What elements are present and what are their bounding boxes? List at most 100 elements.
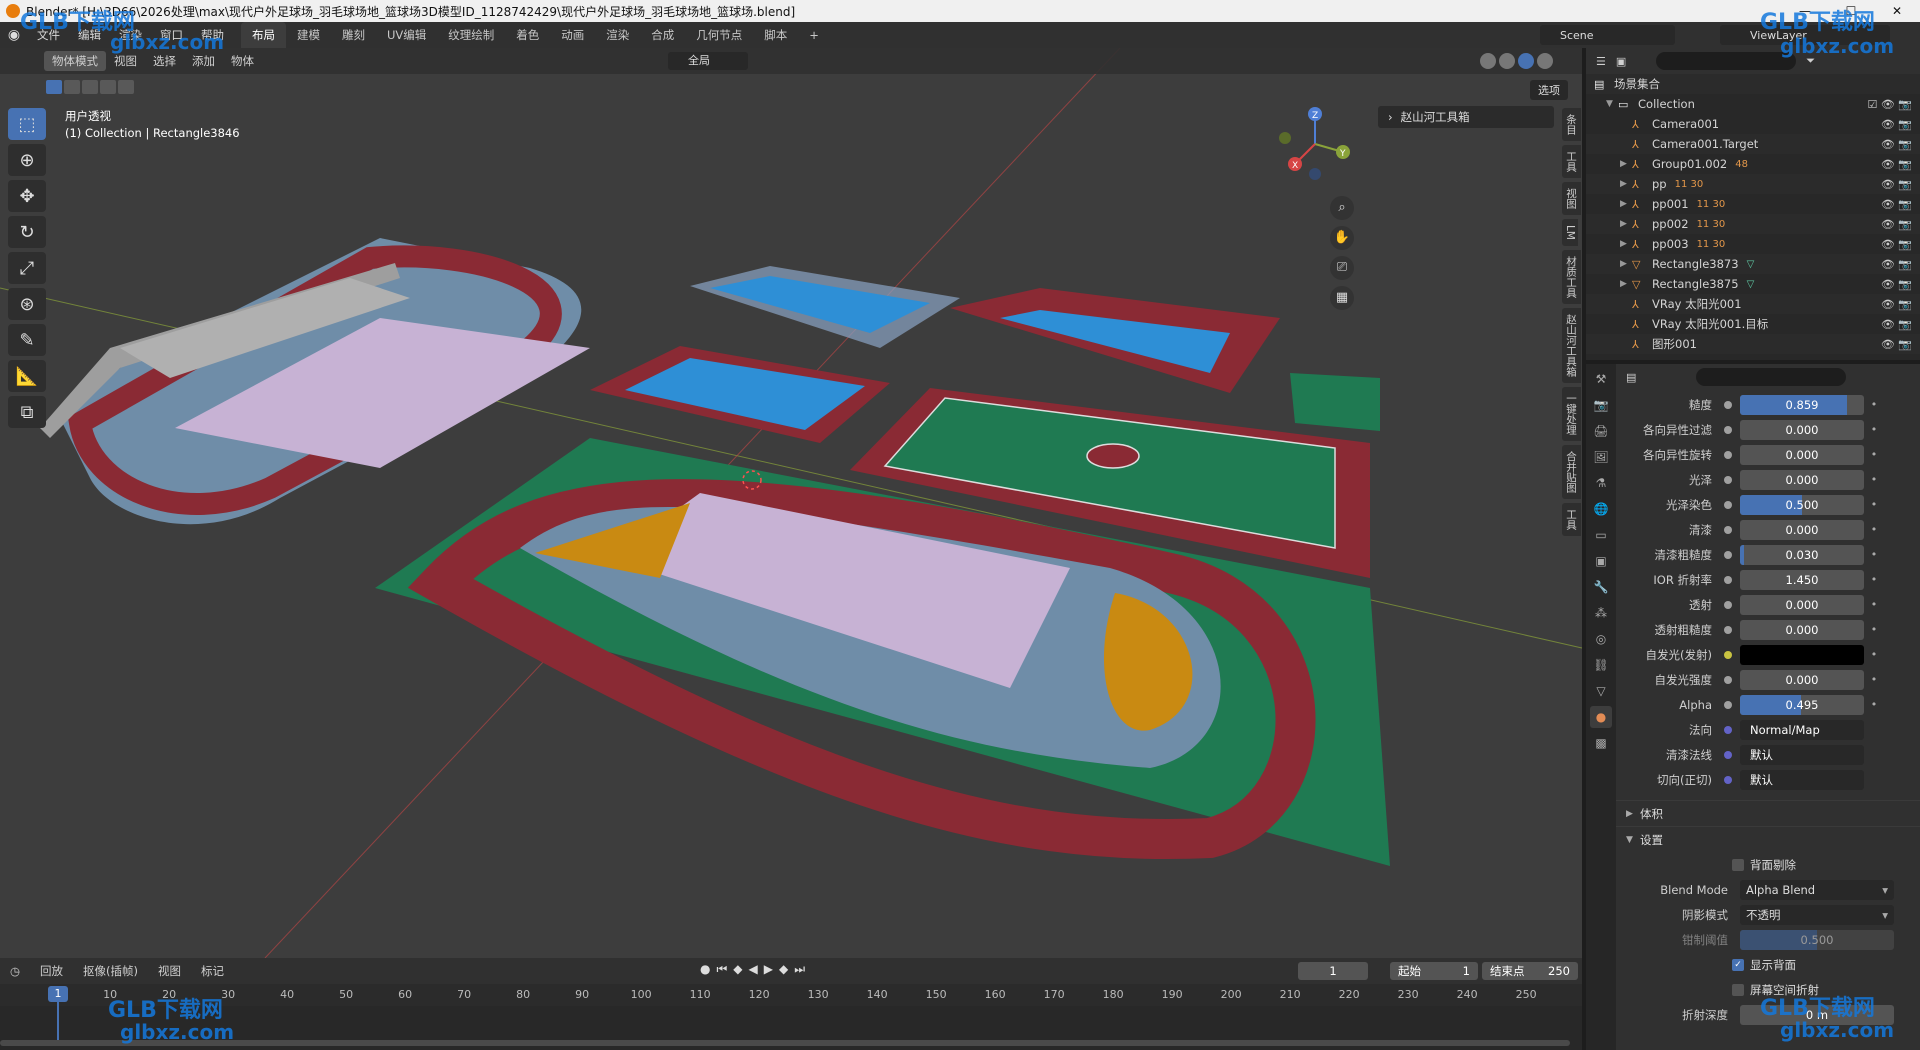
expand-arrow-icon[interactable]: ▶ (1620, 179, 1632, 189)
visibility-toggles[interactable]: 👁 📷 (1881, 318, 1912, 331)
tab-lm[interactable]: LM (1562, 219, 1578, 246)
outliner-item[interactable]: ⅄ VRay 太阳光001 👁 📷 (1586, 294, 1920, 314)
modifier-tab-icon[interactable]: 🔧 (1590, 576, 1612, 598)
grid-ortho-icon[interactable]: ▦ (1330, 286, 1354, 310)
data-tab-icon[interactable]: ▽ (1590, 680, 1612, 702)
socket-icon[interactable] (1724, 425, 1732, 434)
keyframe-dot-icon[interactable]: • (1864, 598, 1884, 611)
shadow-mode-select[interactable]: 不透明 (1740, 904, 1894, 925)
view-layer-tab-icon[interactable]: 🖼 (1590, 446, 1612, 468)
addon-panel-header[interactable]: › 赵山河工具箱 (1378, 106, 1554, 128)
socket-icon[interactable] (1724, 725, 1732, 734)
outliner-type-icon[interactable]: ☰ (1596, 55, 1606, 68)
start-frame-field[interactable]: 起始 1 (1390, 962, 1478, 980)
rotate-icon[interactable]: ↻ (8, 216, 46, 248)
visibility-toggles[interactable]: ☑ 👁 📷 (1867, 98, 1912, 111)
wireframe-shading-icon[interactable] (1480, 53, 1496, 69)
tab-scripting[interactable]: 脚本 (753, 22, 798, 48)
select-extend-icon[interactable] (64, 80, 80, 94)
expand-arrow-icon[interactable]: ▼ (1606, 99, 1618, 109)
expand-arrow-icon[interactable]: ▶ (1620, 239, 1632, 249)
properties-search-input[interactable] (1696, 368, 1847, 386)
socket-icon[interactable] (1724, 400, 1732, 409)
keyframe-dot-icon[interactable]: • (1864, 673, 1884, 686)
menu-select[interactable]: 选择 (145, 53, 184, 69)
property-value-field[interactable]: 0.000 (1740, 619, 1864, 640)
clip-threshold-field[interactable]: 0.500 (1740, 929, 1894, 950)
expand-arrow-icon[interactable]: ▶ (1620, 279, 1632, 289)
prev-keyframe-icon[interactable]: ◆ (733, 962, 742, 977)
options-button[interactable]: 选项 (1530, 80, 1568, 100)
select-intersect-icon[interactable] (118, 80, 134, 94)
keyframe-dot-icon[interactable]: • (1864, 623, 1884, 636)
keyframe-dot-icon[interactable]: • (1864, 648, 1884, 661)
blend-mode-select[interactable]: Alpha Blend (1740, 879, 1894, 900)
outliner-item[interactable]: ▶ ⅄ Group01.002 48 👁 📷 (1586, 154, 1920, 174)
property-value-field[interactable]: 0.500 (1740, 494, 1864, 515)
tab-sculpting[interactable]: 雕刻 (331, 22, 376, 48)
visibility-toggles[interactable]: 👁 📷 (1881, 158, 1912, 171)
add-cube-icon[interactable]: ⧉ (8, 396, 46, 428)
play-icon[interactable]: ▶ (764, 962, 773, 977)
outliner-item[interactable]: ⅄ Camera001 👁 📷 (1586, 114, 1920, 134)
camera-view-icon[interactable]: ⎚ (1330, 256, 1354, 280)
outliner-item[interactable]: ▶ ▽ Rectangle3875 ▽ 👁 📷 (1586, 274, 1920, 294)
keyframe-dot-icon[interactable]: • (1864, 473, 1884, 486)
property-value-field[interactable]: 0.000 (1740, 669, 1864, 690)
physics-tab-icon[interactable]: ◎ (1590, 628, 1612, 650)
tab-view[interactable]: 视图 (1562, 182, 1581, 215)
outliner-item[interactable]: ▶ ▽ Rectangle3873 ▽ 👁 📷 (1586, 254, 1920, 274)
tab-animation[interactable]: 动画 (550, 22, 595, 48)
property-value-field[interactable]: 0.000 (1740, 519, 1864, 540)
keyframe-dot-icon[interactable]: • (1864, 698, 1884, 711)
menu-keying[interactable]: 抠像(插帧) (73, 963, 148, 979)
expand-arrow-icon[interactable]: ▶ (1620, 159, 1632, 169)
scene-collection-row[interactable]: ▤ 场景集合 (1586, 74, 1920, 94)
visibility-toggles[interactable]: 👁 📷 (1881, 218, 1912, 231)
property-value-field[interactable]: 0.030 (1740, 544, 1864, 565)
property-value-field[interactable]: 0.859 (1740, 394, 1864, 415)
tab-tools[interactable]: 工具 (1562, 502, 1581, 536)
add-workspace-button[interactable]: + (798, 22, 830, 48)
tab-toolbox[interactable]: 赵山河工具箱 (1562, 307, 1581, 383)
keyframe-dot-icon[interactable]: • (1864, 448, 1884, 461)
keyframe-dot-icon[interactable]: • (1864, 573, 1884, 586)
display-mode-icon[interactable]: ▣ (1616, 55, 1626, 68)
move-icon[interactable]: ✥ (8, 180, 46, 212)
keyframe-dot-icon[interactable]: • (1864, 398, 1884, 411)
property-value-field[interactable]: 1.450 (1740, 569, 1864, 590)
zoom-icon[interactable]: ⌕ (1330, 196, 1354, 220)
visibility-toggles[interactable]: 👁 📷 (1881, 198, 1912, 211)
tool-tab-icon[interactable]: ⚒ (1590, 368, 1612, 390)
backface-culling-row[interactable]: 背面剔除 (1616, 852, 1920, 877)
tangent-field[interactable]: 默认 (1740, 769, 1864, 790)
end-frame-field[interactable]: 结束点 250 (1482, 962, 1578, 980)
tab-modeling[interactable]: 建模 (286, 22, 331, 48)
expand-arrow-icon[interactable]: ▶ (1620, 259, 1632, 269)
tab-material-tools[interactable]: 材质工具 (1562, 249, 1581, 304)
socket-icon[interactable] (1724, 625, 1732, 634)
socket-icon[interactable] (1724, 650, 1732, 659)
tab-one-click[interactable]: 一键处理 (1562, 386, 1581, 441)
menu-marker[interactable]: 标记 (191, 963, 234, 979)
object-tab-icon[interactable]: ▣ (1590, 550, 1612, 572)
visibility-toggles[interactable]: 👁 📷 (1881, 138, 1912, 151)
output-tab-icon[interactable]: 🖨 (1590, 420, 1612, 442)
property-value-field[interactable]: 0.495 (1740, 694, 1864, 715)
current-frame-field[interactable]: 1 (1298, 962, 1368, 980)
editor-type-icon[interactable]: ▤ (1626, 371, 1636, 384)
render-tab-icon[interactable]: 📷 (1590, 394, 1612, 416)
outliner-item[interactable]: ⅄ VRay 太阳光001.目标 👁 📷 (1586, 314, 1920, 334)
tab-geometry-nodes[interactable]: 几何节点 (685, 22, 753, 48)
timeline-scrollbar[interactable] (0, 1040, 1570, 1046)
particles-tab-icon[interactable]: ⁂ (1590, 602, 1612, 624)
keyframe-dot-icon[interactable]: • (1864, 523, 1884, 536)
visibility-toggles[interactable]: 👁 📷 (1881, 238, 1912, 251)
keyframe-dot-icon[interactable]: • (1864, 548, 1884, 561)
visibility-toggles[interactable]: 👁 📷 (1881, 178, 1912, 191)
menu-object[interactable]: 物体 (223, 53, 262, 69)
backface-culling-checkbox[interactable] (1732, 858, 1744, 871)
scene-tab-icon[interactable]: ⚗ (1590, 472, 1612, 494)
menu-add[interactable]: 添加 (184, 53, 223, 69)
select-subtract-icon[interactable] (82, 80, 98, 94)
